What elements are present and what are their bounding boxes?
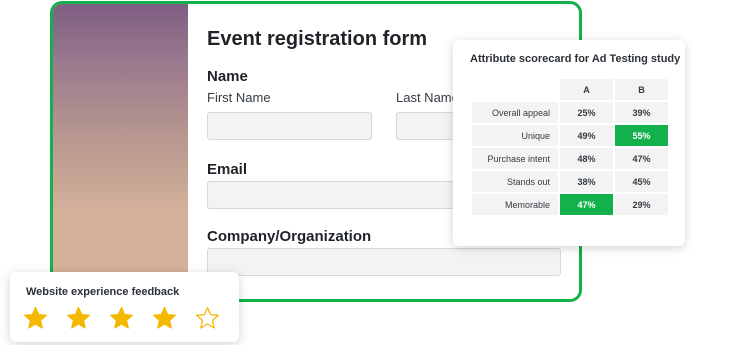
company-input[interactable] <box>207 248 561 276</box>
table-row: Purchase intent 48% 47% <box>472 148 668 169</box>
value-cell-b: 39% <box>615 102 668 123</box>
star-empty-icon[interactable] <box>195 306 220 330</box>
table-row: Memorable 47% 29% <box>472 194 668 215</box>
table-row: Overall appeal 25% 39% <box>472 102 668 123</box>
value-cell-b-highlighted: 55% <box>615 125 668 146</box>
value-cell-a: 48% <box>560 148 614 169</box>
value-cell-a: 25% <box>560 102 614 123</box>
company-label: Company/Organization <box>207 228 372 245</box>
decorative-photo <box>53 4 188 299</box>
first-name-input[interactable] <box>207 112 372 140</box>
form-title: Event registration form <box>207 28 428 50</box>
table-row: Stands out 38% 45% <box>472 171 668 192</box>
value-cell-b: 45% <box>615 171 668 192</box>
corner-cell <box>472 79 558 100</box>
table-row: Unique 49% 55% <box>472 125 668 146</box>
row-label: Memorable <box>472 194 559 215</box>
column-header-b: B <box>615 79 668 100</box>
attribute-scorecard-card: Attribute scorecard for Ad Testing study… <box>453 40 685 246</box>
value-cell-a: 38% <box>560 171 614 192</box>
feedback-title: Website experience feedback <box>26 286 180 298</box>
last-name-label: Last Name <box>396 90 459 105</box>
row-label: Unique <box>472 125 559 146</box>
row-label: Stands out <box>472 171 559 192</box>
value-cell-b: 47% <box>615 148 668 169</box>
value-cell-b: 29% <box>615 194 668 215</box>
row-label: Purchase intent <box>472 148 559 169</box>
scorecard-table: A B Overall appeal 25% 39% Unique 49% 55… <box>470 77 670 217</box>
first-name-label: First Name <box>207 90 271 105</box>
column-header-a: A <box>560 79 614 100</box>
star-filled-icon[interactable] <box>152 306 177 330</box>
email-label: Email <box>207 161 248 178</box>
name-section-label: Name <box>207 68 248 85</box>
star-filled-icon[interactable] <box>66 306 91 330</box>
scorecard-title: Attribute scorecard for Ad Testing study <box>470 53 681 65</box>
website-feedback-card: Website experience feedback <box>10 272 239 342</box>
star-filled-icon[interactable] <box>23 306 48 330</box>
value-cell-a-highlighted: 47% <box>560 194 614 215</box>
row-label: Overall appeal <box>472 102 559 123</box>
star-rating[interactable] <box>23 306 220 330</box>
value-cell-a: 49% <box>560 125 614 146</box>
star-filled-icon[interactable] <box>109 306 134 330</box>
